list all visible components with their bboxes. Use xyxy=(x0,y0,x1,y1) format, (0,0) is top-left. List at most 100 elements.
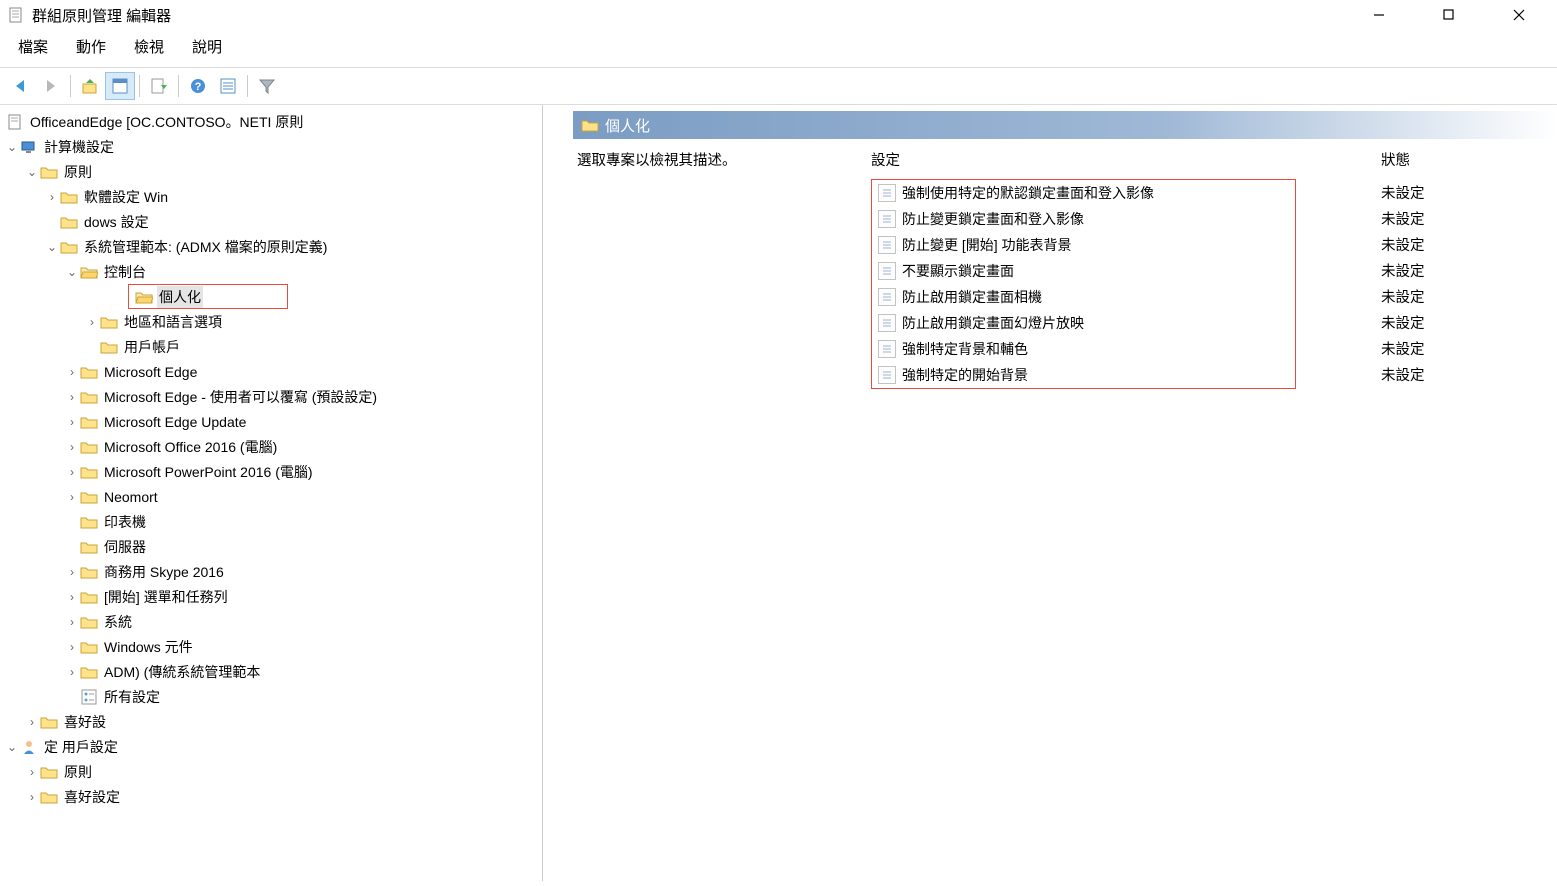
setting-item[interactable]: 強制特定背景和輔色 xyxy=(872,336,1295,362)
setting-item[interactable]: 防止啟用鎖定畫面幻燈片放映 xyxy=(872,310,1295,336)
tree-label: Microsoft Edge - 使用者可以覆寫 (預設設定) xyxy=(102,386,379,408)
tree-printer[interactable]: › 印表機 xyxy=(0,509,542,534)
policy-item-icon xyxy=(878,184,896,202)
tree-preferences[interactable]: › 喜好設 xyxy=(0,709,542,734)
properties-button[interactable] xyxy=(105,72,135,100)
expander-closed-icon[interactable]: › xyxy=(64,589,80,605)
up-button[interactable] xyxy=(75,72,105,100)
column-status-header[interactable]: 狀態 xyxy=(1381,149,1461,171)
back-button[interactable] xyxy=(6,72,36,100)
menu-action[interactable]: 動作 xyxy=(72,34,110,59)
tree-label: 系統 xyxy=(102,611,134,633)
tree-all-settings[interactable]: › 所有設定 xyxy=(0,684,542,709)
tree-edge[interactable]: › Microsoft Edge xyxy=(0,359,542,384)
tree-label: Windows 元件 xyxy=(102,636,195,658)
tree-root[interactable]: OfficeandEdge [OC.CONTOSO。NETI 原則 xyxy=(0,109,542,134)
tree-policy2[interactable]: › 原則 xyxy=(0,759,542,784)
expander-closed-icon[interactable]: › xyxy=(24,714,40,730)
tree-label: dows 設定 xyxy=(82,211,151,233)
setting-item[interactable]: 防止變更鎖定畫面和登入影像 xyxy=(872,206,1295,232)
setting-label: 強制特定的開始背景 xyxy=(902,365,1028,385)
expander-closed-icon[interactable]: › xyxy=(24,764,40,780)
tree-region-language[interactable]: › 地區和語言選項 xyxy=(0,309,542,334)
computer-icon xyxy=(20,139,38,155)
folder-icon xyxy=(40,764,58,780)
minimize-button[interactable] xyxy=(1359,1,1399,29)
folder-icon xyxy=(80,414,98,430)
list-button[interactable] xyxy=(213,72,243,100)
tree-ppt2016[interactable]: › Microsoft PowerPoint 2016 (電腦) xyxy=(0,459,542,484)
expander-closed-icon[interactable]: › xyxy=(64,489,80,505)
maximize-button[interactable] xyxy=(1429,1,1469,29)
folder-icon xyxy=(80,439,98,455)
help-button[interactable]: ? xyxy=(183,72,213,100)
tree-computer-config[interactable]: ⌄ 計算機設定 xyxy=(0,134,542,159)
forward-button[interactable] xyxy=(36,72,66,100)
setting-label: 防止啟用鎖定畫面幻燈片放映 xyxy=(902,313,1084,333)
setting-item[interactable]: 防止啟用鎖定畫面相機 xyxy=(872,284,1295,310)
tree-label: [開始] 選單和任務列 xyxy=(102,586,230,608)
expander-closed-icon[interactable]: › xyxy=(44,189,60,205)
folder-icon xyxy=(60,189,78,205)
expander-closed-icon[interactable]: › xyxy=(84,314,100,330)
expander-open-icon[interactable]: ⌄ xyxy=(44,239,60,255)
tree-system[interactable]: › 系統 xyxy=(0,609,542,634)
setting-item[interactable]: 強制使用特定的默認鎖定畫面和登入影像 xyxy=(872,180,1295,206)
expander-closed-icon[interactable]: › xyxy=(64,389,80,405)
tree-pane[interactable]: OfficeandEdge [OC.CONTOSO。NETI 原則 ⌄ 計算機設… xyxy=(0,105,543,881)
menu-view[interactable]: 檢視 xyxy=(130,34,168,59)
policy-item-icon xyxy=(878,366,896,384)
setting-item[interactable]: 強制特定的開始背景 xyxy=(872,362,1295,388)
menu-file[interactable]: 檔案 xyxy=(14,34,52,59)
expander-closed-icon[interactable]: › xyxy=(24,789,40,805)
list-headers: 設定 狀態 xyxy=(871,149,1557,171)
content: OfficeandEdge [OC.CONTOSO。NETI 原則 ⌄ 計算機設… xyxy=(0,105,1557,881)
tree-edge-update[interactable]: › Microsoft Edge Update xyxy=(0,409,542,434)
expander-closed-icon[interactable]: › xyxy=(64,464,80,480)
tree-software-win[interactable]: › 軟體設定 Win xyxy=(0,184,542,209)
setting-item[interactable]: 防止變更 [開始] 功能表背景 xyxy=(872,232,1295,258)
folder-icon xyxy=(80,389,98,405)
column-setting-header[interactable]: 設定 xyxy=(871,149,1381,171)
expander-closed-icon[interactable]: › xyxy=(64,364,80,380)
expander-closed-icon[interactable]: › xyxy=(64,439,80,455)
tree-skype[interactable]: › 商務用 Skype 2016 xyxy=(0,559,542,584)
export-button[interactable] xyxy=(144,72,174,100)
tree-label: Neomort xyxy=(102,488,160,506)
folder-icon xyxy=(80,639,98,655)
tree-server[interactable]: › 伺服器 xyxy=(0,534,542,559)
status-list: 未設定 未設定 未設定 未設定 未設定 未設定 未設定 未設定 xyxy=(1381,179,1425,387)
close-button[interactable] xyxy=(1499,1,1539,29)
expander-open-icon[interactable]: ⌄ xyxy=(4,139,20,155)
expander-closed-icon[interactable]: › xyxy=(64,564,80,580)
tree-windows-components[interactable]: › Windows 元件 xyxy=(0,634,542,659)
tree-admin-templates[interactable]: ⌄ 系統管理範本: (ADMX 檔案的原則定義) xyxy=(0,234,542,259)
expander-closed-icon[interactable]: › xyxy=(64,664,80,680)
tree-preferences2[interactable]: › 喜好設定 xyxy=(0,784,542,809)
expander-open-icon[interactable]: ⌄ xyxy=(4,739,20,755)
status-value: 未設定 xyxy=(1381,283,1425,309)
expander-open-icon[interactable]: ⌄ xyxy=(24,164,40,180)
policy-item-icon xyxy=(878,236,896,254)
menu-help[interactable]: 說明 xyxy=(188,34,226,59)
expander-open-icon[interactable]: ⌄ xyxy=(64,264,80,280)
tree-neomort[interactable]: › Neomort xyxy=(0,484,542,509)
tree-user-config[interactable]: ⌄ 定 用戶設定 xyxy=(0,734,542,759)
filter-button[interactable] xyxy=(252,72,282,100)
tree-label: 伺服器 xyxy=(102,536,148,558)
tree-dows-setting[interactable]: › dows 設定 xyxy=(0,209,542,234)
expander-closed-icon[interactable]: › xyxy=(64,414,80,430)
expander-closed-icon[interactable]: › xyxy=(64,639,80,655)
tree-user-accounts[interactable]: › 用戶帳戶 xyxy=(0,334,542,359)
tree-personalization[interactable]: 個人化 xyxy=(129,285,287,308)
tree-edge-override[interactable]: › Microsoft Edge - 使用者可以覆寫 (預設設定) xyxy=(0,384,542,409)
tree-office2016[interactable]: › Microsoft Office 2016 (電腦) xyxy=(0,434,542,459)
tree-policy[interactable]: ⌄ 原則 xyxy=(0,159,542,184)
tree-start-taskbar[interactable]: › [開始] 選單和任務列 xyxy=(0,584,542,609)
tree-adm[interactable]: › ADM) (傳統系統管理範本 xyxy=(0,659,542,684)
setting-item[interactable]: 不要顯示鎖定畫面 xyxy=(872,258,1295,284)
tree-label: 地區和語言選項 xyxy=(122,311,224,333)
expander-closed-icon[interactable]: › xyxy=(64,614,80,630)
tree-control-panel[interactable]: ⌄ 控制台 xyxy=(0,259,542,284)
toolbar: ? xyxy=(0,68,1557,105)
